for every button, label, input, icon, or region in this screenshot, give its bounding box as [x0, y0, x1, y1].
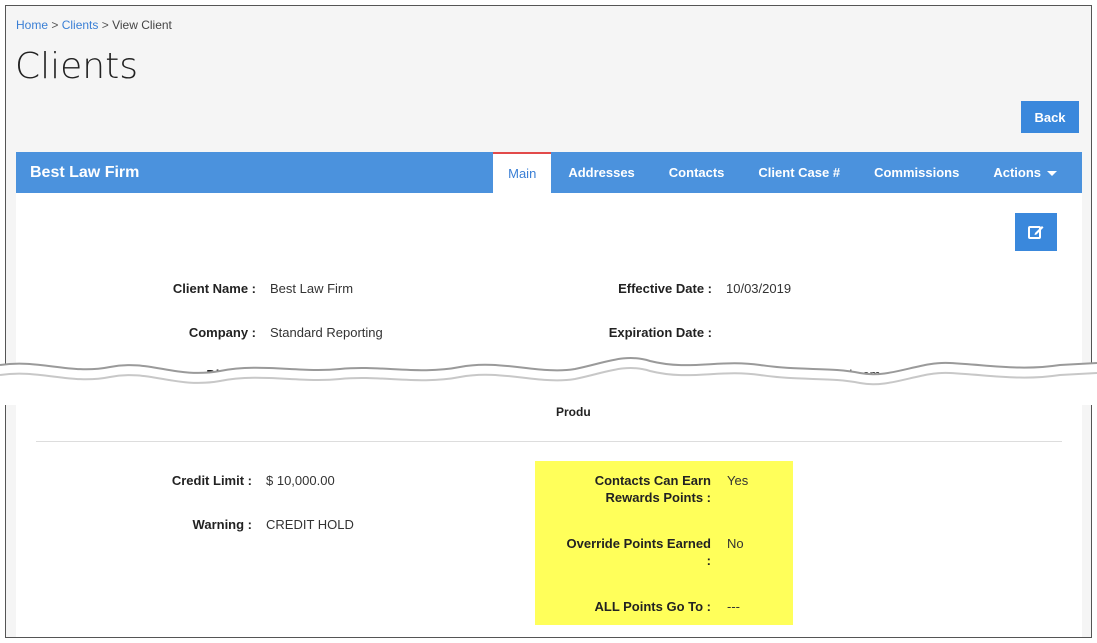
- breadcrumb-current: View Client: [112, 18, 172, 32]
- tab-addresses[interactable]: Addresses: [551, 152, 651, 193]
- tab-actions[interactable]: Actions: [976, 152, 1074, 193]
- credit-limit-value: $ 10,000.00: [266, 473, 335, 488]
- edit-icon: [1028, 226, 1044, 239]
- expiration-date-label: Expiration Date :: [608, 325, 712, 340]
- all-points-label: ALL Points Go To :: [594, 599, 711, 614]
- client-panel-header: Best Law Firm Main Addresses Contacts Cl…: [16, 152, 1082, 193]
- warning-label: Warning :: [192, 517, 252, 532]
- override-label-line1: Override Points Earned: [566, 536, 712, 551]
- app-frame: Home > Clients > View Client Clients Bac…: [5, 5, 1092, 638]
- override-label-line2: :: [706, 553, 711, 568]
- contacts-earn-label-line1: Contacts Can Earn: [594, 473, 711, 488]
- client-panel-body: Client Name : Best Law Firm Company : St…: [16, 193, 1082, 638]
- credit-limit-label: Credit Limit :: [171, 473, 252, 488]
- client-tabs: Main Addresses Contacts Client Case # Co…: [493, 152, 1074, 193]
- client-name-value: Best Law Firm: [270, 281, 354, 296]
- back-button[interactable]: Back: [1021, 101, 1079, 133]
- section-divider-bottom: [36, 637, 1062, 638]
- produce-label: Produ: [556, 405, 591, 419]
- company-label: Company :: [188, 325, 256, 340]
- breadcrumb-home[interactable]: Home: [16, 18, 48, 32]
- edit-button[interactable]: [1015, 213, 1057, 251]
- effective-date-label: Effective Date :: [618, 281, 712, 296]
- override-value: No: [727, 536, 744, 551]
- contacts-earn-value: Yes: [727, 473, 749, 488]
- tab-main[interactable]: Main: [493, 152, 552, 193]
- contacts-earn-label-line2: Rewards Points :: [605, 490, 711, 505]
- company-value: Standard Reporting: [270, 325, 383, 340]
- section-divider: [36, 441, 1062, 442]
- caret-down-icon: [1047, 171, 1057, 176]
- breadcrumb: Home > Clients > View Client: [16, 18, 172, 32]
- torn-edge-graphic: [0, 357, 1097, 405]
- tab-client-case[interactable]: Client Case #: [741, 152, 857, 193]
- client-panel-title: Best Law Firm: [30, 164, 140, 181]
- breadcrumb-clients[interactable]: Clients: [62, 18, 99, 32]
- breadcrumb-separator: >: [48, 18, 62, 32]
- all-points-value: ---: [727, 599, 740, 614]
- client-name-label: Client Name :: [172, 281, 256, 296]
- warning-value: CREDIT HOLD: [266, 517, 354, 532]
- tab-contacts[interactable]: Contacts: [652, 152, 742, 193]
- tab-actions-label: Actions: [993, 165, 1041, 180]
- page-title: Clients: [15, 46, 138, 87]
- breadcrumb-separator: >: [98, 18, 113, 32]
- tab-commissions[interactable]: Commissions: [857, 152, 976, 193]
- effective-date-value: 10/03/2019: [726, 281, 792, 296]
